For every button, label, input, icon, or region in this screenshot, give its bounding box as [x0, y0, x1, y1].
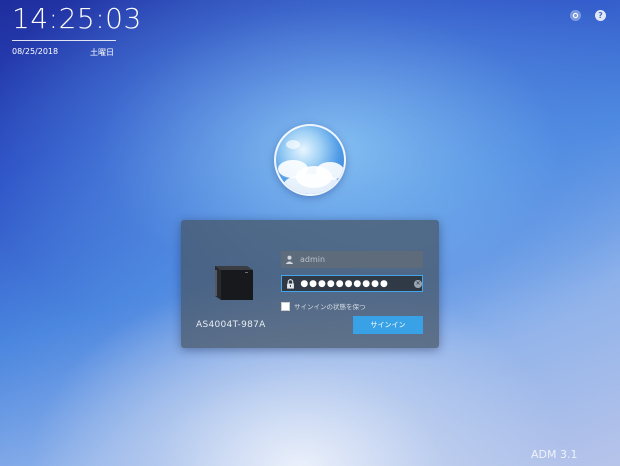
adm-version: ADM 3.1 — [531, 448, 578, 461]
username-input[interactable] — [298, 255, 412, 264]
clock-divider — [12, 40, 116, 41]
signin-button[interactable]: サインイン — [353, 316, 423, 334]
clock-time: 14:25:03 — [12, 2, 142, 35]
password-field[interactable]: ✕ — [281, 275, 423, 292]
password-input[interactable] — [298, 278, 413, 289]
remember-checkbox[interactable] — [281, 301, 290, 311]
lock-icon — [282, 276, 298, 291]
settings-icon[interactable] — [570, 10, 581, 21]
help-icon[interactable]: ? — [595, 10, 606, 21]
clock-date: 08/25/2018 — [12, 47, 59, 56]
nas-device-image — [215, 266, 253, 300]
username-field[interactable] — [281, 251, 423, 268]
remember-label: サインインの状態を保つ — [294, 303, 366, 311]
clear-password-icon[interactable]: ✕ — [414, 279, 422, 288]
remember-me[interactable]: サインインの状態を保つ — [281, 301, 366, 311]
login-panel: AS4004T-987A ✕ サインインの状態を保つ サインイン — [181, 220, 439, 348]
user-icon — [281, 252, 298, 267]
device-model-name: AS4004T-987A — [196, 320, 266, 330]
app-logo-globe — [274, 124, 346, 196]
gear-icon — [572, 12, 579, 19]
clock-weekday: 土曜日 — [90, 48, 114, 57]
